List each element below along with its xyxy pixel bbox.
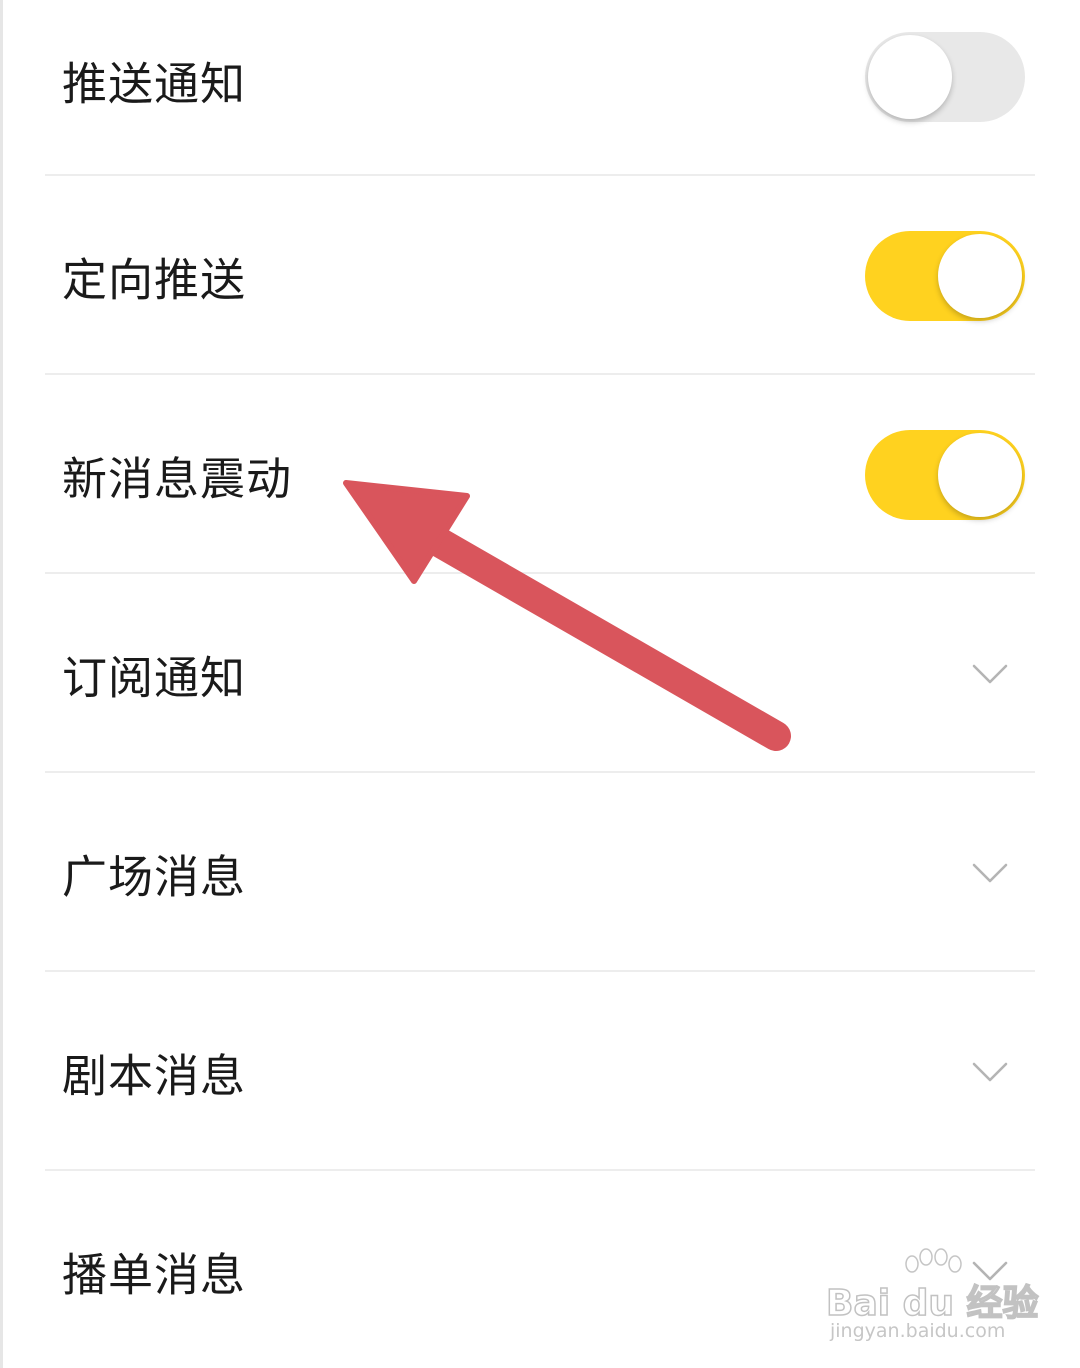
chevron-down-icon[interactable]: [972, 862, 1008, 884]
new-message-vibration-toggle[interactable]: [865, 429, 1025, 520]
push-notification-toggle[interactable]: [865, 32, 1025, 122]
setting-label: 播单消息: [62, 1248, 247, 1301]
chevron-down-icon[interactable]: [972, 1061, 1008, 1083]
setting-row-targeted-push: 定向推送: [0, 176, 1080, 375]
watermark-logo-text: Bai du 经验: [825, 1282, 1039, 1325]
toggle-knob: [868, 35, 952, 119]
setting-label: 广场消息: [62, 850, 247, 903]
setting-label: 订阅通知: [62, 651, 247, 704]
toggle-knob: [938, 233, 1022, 318]
baidu-jingyan-watermark: Bai du 经验 jingyan.baidu.com: [825, 1248, 1039, 1348]
watermark-url: jingyan.baidu.com: [830, 1320, 1006, 1342]
toggle-knob: [938, 432, 1022, 517]
setting-label: 推送通知: [62, 57, 247, 111]
setting-row-subscription-notification[interactable]: 订阅通知: [0, 574, 1080, 773]
targeted-push-toggle[interactable]: [865, 230, 1025, 321]
setting-label: 剧本消息: [62, 1049, 247, 1102]
chevron-down-icon[interactable]: [972, 663, 1008, 685]
setting-row-push-notification: 推送通知: [0, 0, 1080, 176]
setting-label: 新消息震动: [62, 452, 293, 505]
setting-row-plaza-messages[interactable]: 广场消息: [0, 773, 1080, 972]
notification-settings-list: 推送通知 定向推送 新消息震动 订阅通知 广场消息 剧本消息 播单消息: [0, 0, 1080, 1368]
setting-label: 定向推送: [62, 253, 247, 306]
setting-row-new-message-vibration: 新消息震动: [0, 375, 1080, 574]
setting-row-script-messages[interactable]: 剧本消息: [0, 972, 1080, 1171]
